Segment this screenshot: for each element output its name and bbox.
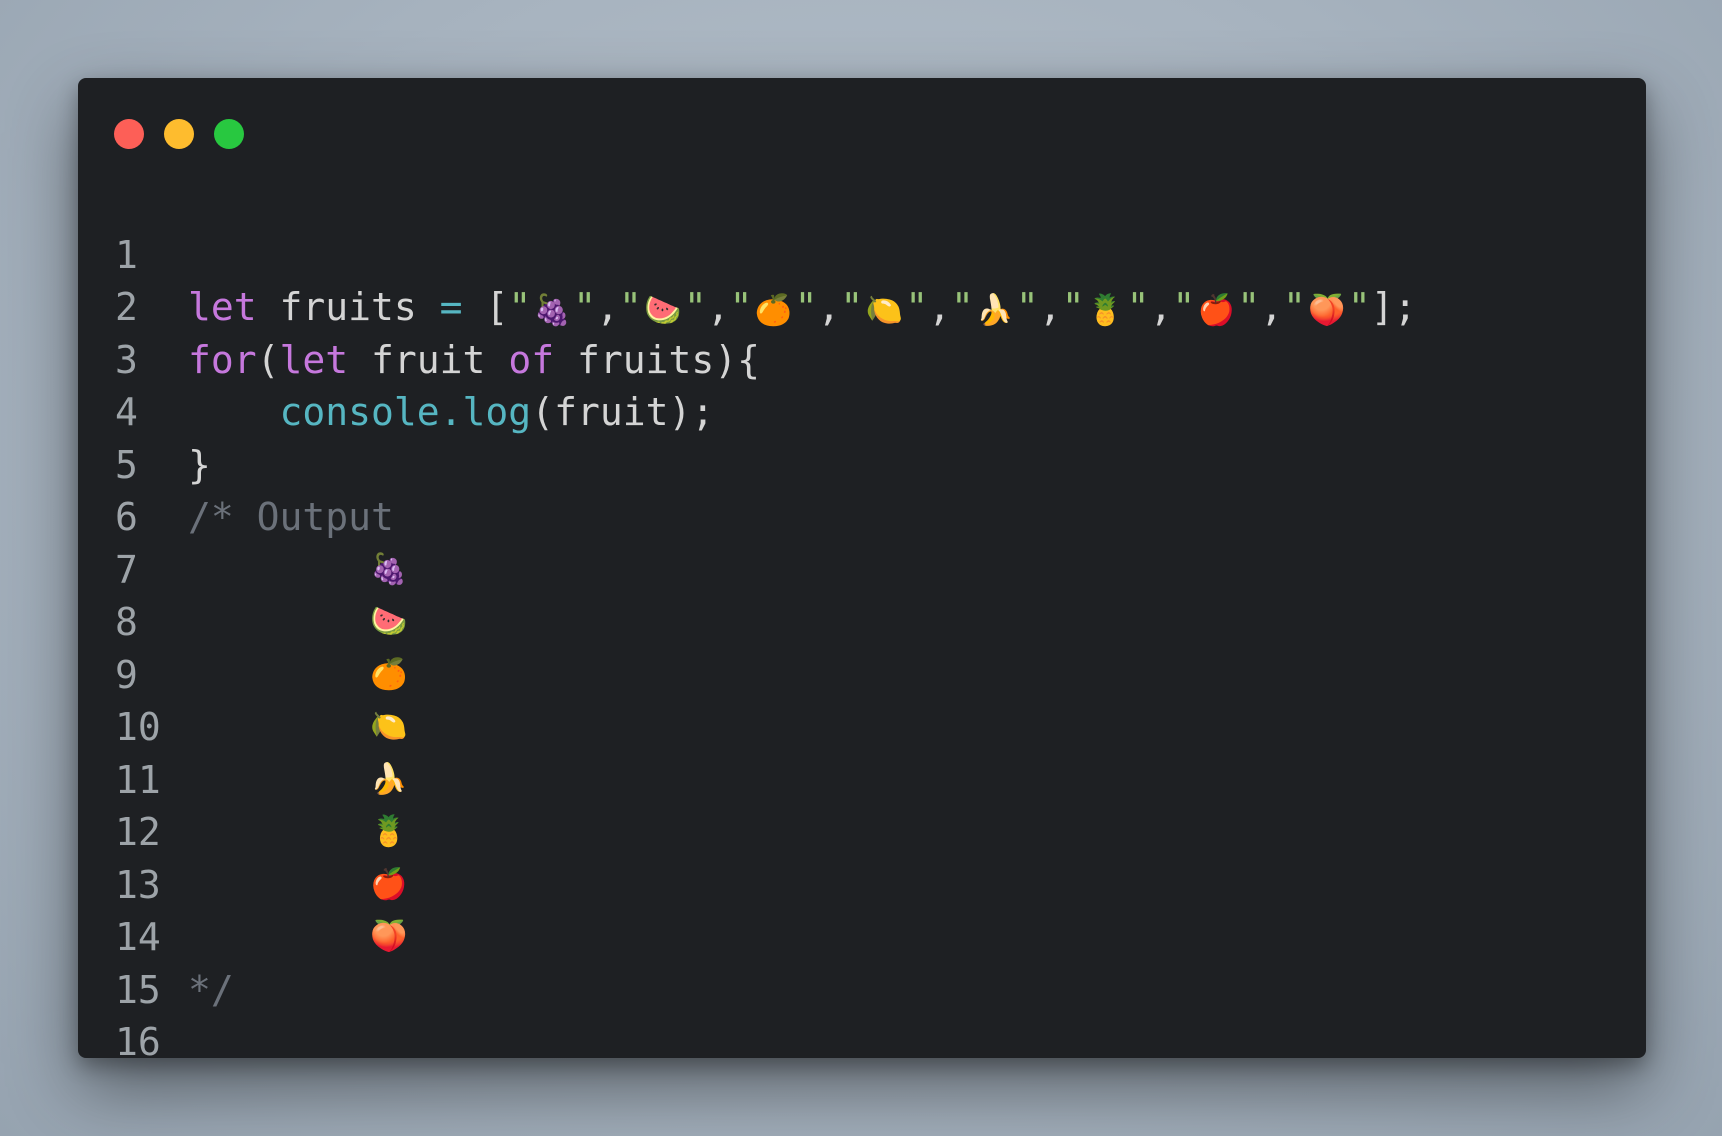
code-editor: 1 let fruits = ["🍇","🍉","🍊","🍋","🍌","🍍",… (78, 176, 1646, 1065)
close-window-button[interactable] (114, 119, 144, 149)
code-line-3: 3 console.log(fruit); (78, 281, 1646, 435)
code-line-7: 7 🍉 (78, 491, 1646, 640)
code-line-5: 5 /* Output (78, 386, 1646, 540)
code-line-15: 15 (78, 911, 1646, 1012)
code-line-6: 6 🍇 (78, 439, 1646, 587)
code-line-13: 13 🍑 (78, 806, 1646, 955)
maximize-window-button[interactable] (214, 119, 244, 149)
code-line-16: 16 (78, 964, 1646, 1064)
traffic-lights (114, 119, 244, 149)
code-line-12: 12 🍎 (78, 754, 1646, 902)
code-line-4: 4 } (78, 334, 1646, 487)
code-line-11: 11 🍍 (78, 701, 1646, 850)
code-window: 1 let fruits = ["🍇","🍉","🍊","🍋","🍌","🍍",… (78, 78, 1646, 1065)
line-number: 16 (115, 1020, 161, 1064)
code-line-14: 14 */ (78, 859, 1646, 1012)
code-line-8: 8 🍊 (78, 544, 1646, 692)
code-line-9: 9 🍋 (78, 596, 1646, 745)
minimize-window-button[interactable] (164, 119, 194, 149)
code-line-1: 1 let fruits = ["🍇","🍉","🍊","🍋","🍌","🍍",… (78, 176, 1646, 330)
code-line-2: 2 for(let fruit of fruits){ (78, 229, 1646, 382)
code-line-10: 10 🍌 (78, 649, 1646, 797)
